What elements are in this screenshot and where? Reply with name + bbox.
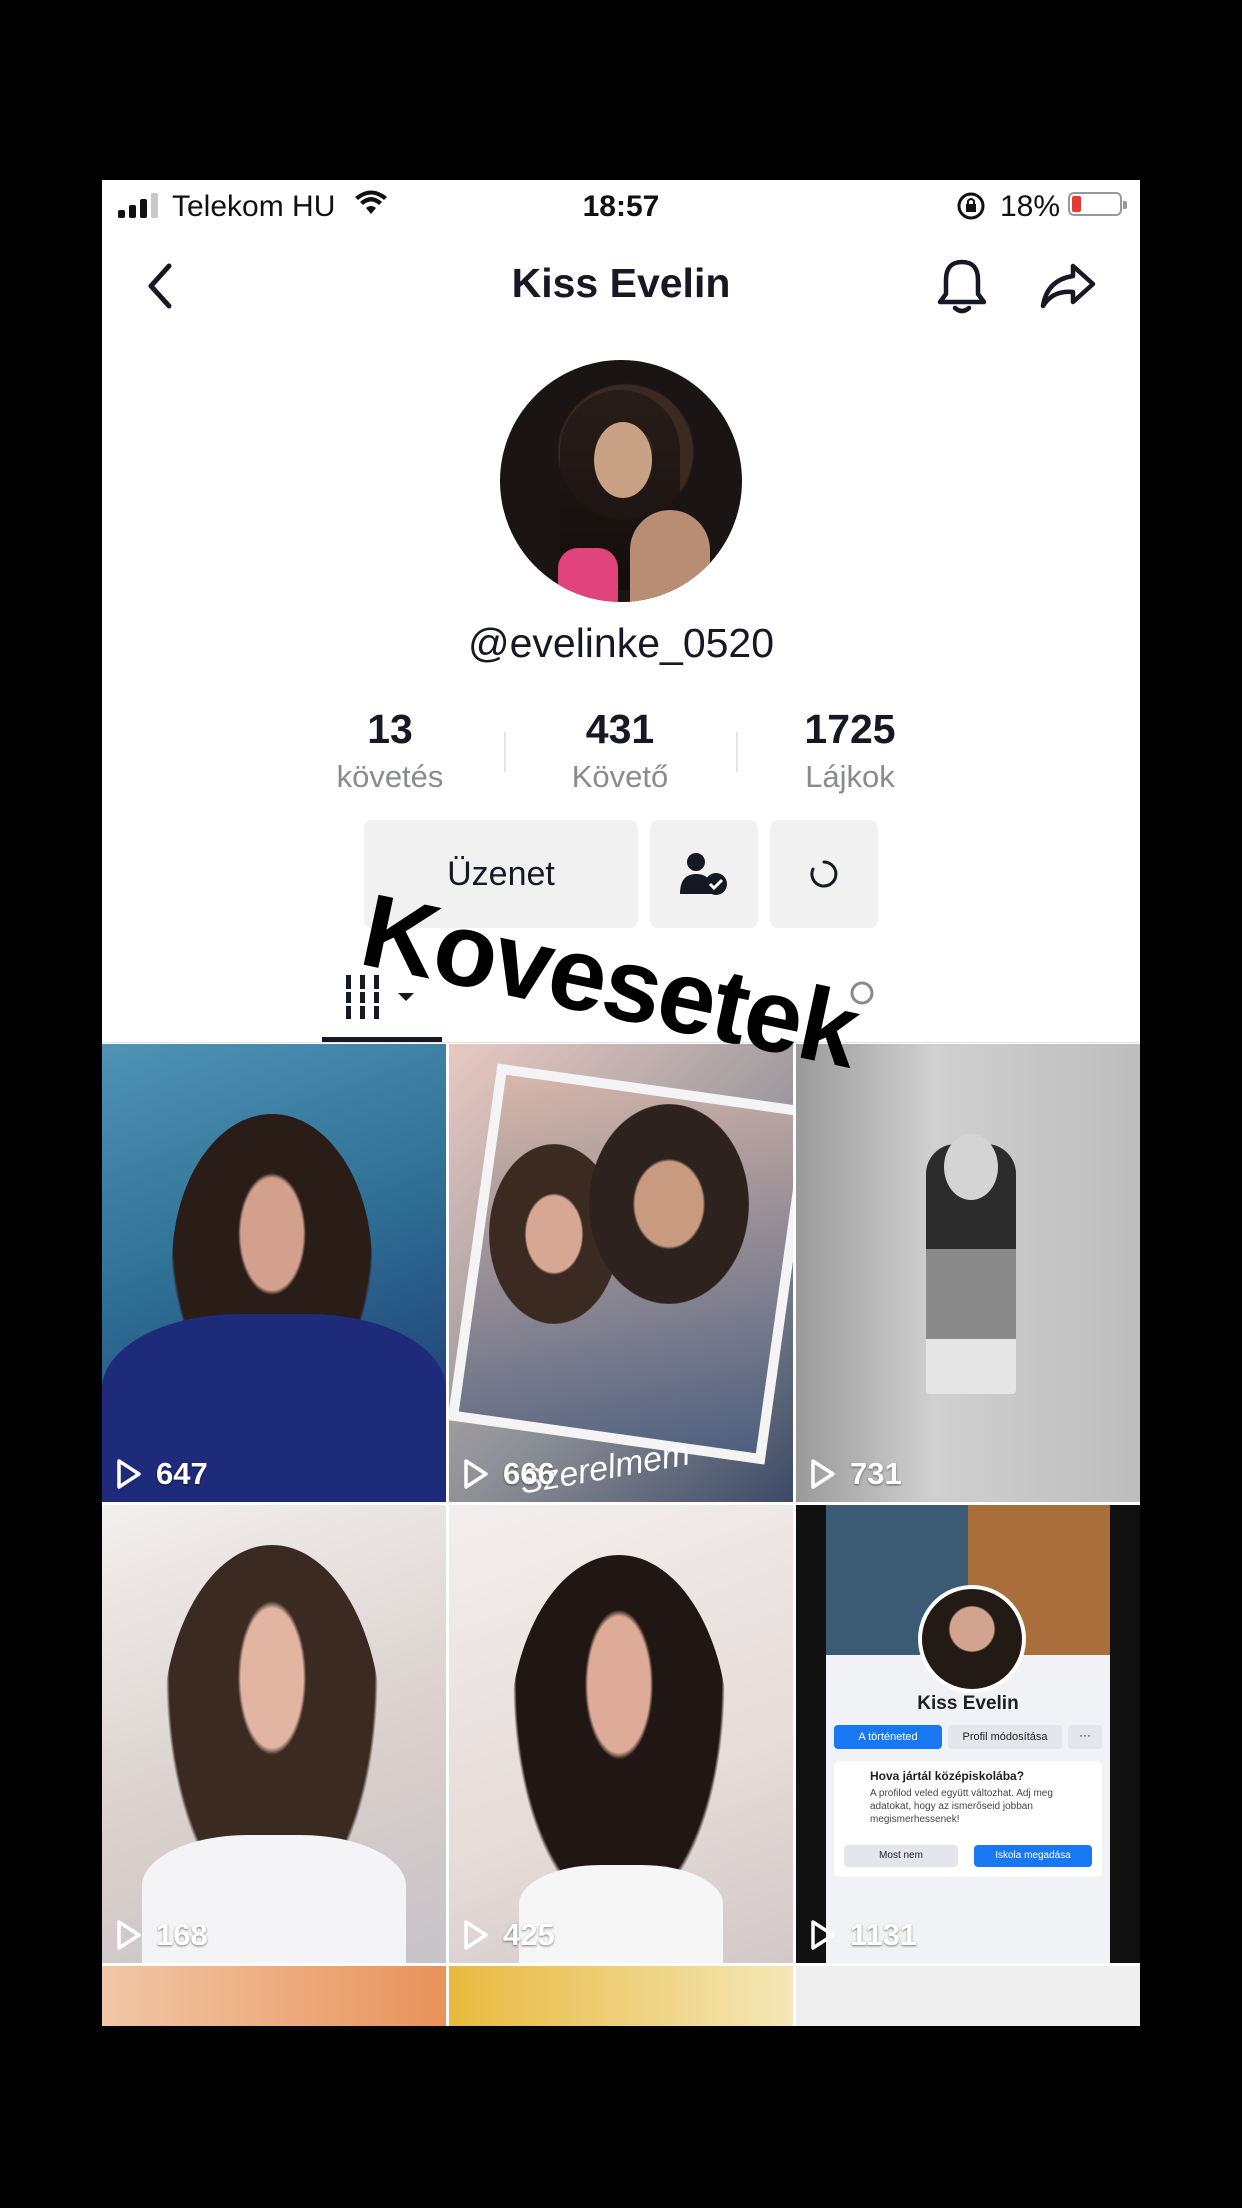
divider (736, 732, 738, 772)
view-count-value: 168 (156, 1917, 208, 1952)
avatar[interactable] (500, 360, 742, 602)
view-count: 425 (463, 1917, 555, 1953)
divider (102, 1042, 1140, 1043)
stat-followers-value: 431 (585, 706, 655, 752)
view-count: 731 (810, 1456, 902, 1492)
card-description: A profilod veled együtt változhat. Adj m… (870, 1788, 1053, 1825)
play-icon (464, 1920, 488, 1950)
message-button[interactable]: Üzenet (364, 820, 638, 928)
view-count-value: 425 (503, 1917, 555, 1952)
share-button[interactable] (1036, 254, 1100, 318)
video-thumbnail[interactable]: 168 (102, 1505, 446, 1963)
view-count: 666 (463, 1456, 555, 1492)
stat-followers[interactable]: 431 Követő (510, 706, 730, 795)
video-thumbnail[interactable] (102, 1966, 446, 2026)
status-bar: Telekom HU 18:57 18% (102, 180, 1140, 230)
card-yes-button: Iskola megadása (974, 1845, 1092, 1867)
rotation-lock-icon (956, 191, 986, 229)
card-name: Kiss Evelin (917, 1693, 1019, 1714)
view-count: 647 (116, 1456, 208, 1492)
play-icon (117, 1920, 141, 1950)
view-count-value: 647 (156, 1456, 208, 1491)
view-count-value: 1131 (850, 1917, 918, 1952)
view-count: 1131 (810, 1917, 917, 1953)
share-arrow-icon (1040, 263, 1096, 309)
tab-liked[interactable] (802, 950, 922, 1044)
stat-following-label: követés (336, 759, 444, 794)
username: @evelinke_0520 (467, 620, 775, 666)
stat-following-value: 13 (367, 706, 413, 752)
person-check-icon (680, 853, 727, 895)
play-icon (811, 1459, 835, 1489)
stat-likes[interactable]: 1725 Lájkok (740, 706, 960, 795)
stat-followers-label: Követő (571, 759, 669, 794)
grid-bars-icon (344, 975, 414, 1019)
view-count: 168 (116, 1917, 208, 1953)
stat-following[interactable]: 13 követés (280, 706, 500, 795)
battery-icon (1068, 192, 1127, 216)
stat-likes-label: Lájkok (805, 759, 895, 794)
video-thumbnail[interactable] (449, 1966, 793, 2026)
more-button[interactable] (770, 820, 878, 928)
video-thumbnail[interactable]: 647 (102, 1044, 446, 1502)
card-edit-button: Profil módosítása (948, 1725, 1062, 1749)
stat-likes-value: 1725 (804, 706, 896, 752)
play-icon (117, 1459, 141, 1489)
video-thumbnail[interactable]: 425 (449, 1505, 793, 1963)
view-count-value: 731 (850, 1456, 902, 1491)
divider (504, 732, 506, 772)
view-count-value: 666 (503, 1456, 555, 1491)
video-thumbnail[interactable]: 731 (796, 1044, 1140, 1502)
app-screen: Telekom HU 18:57 18% Kiss Evelin @evelin… (102, 180, 1140, 2026)
video-thumbnail[interactable]: Szerelmem 666 (449, 1044, 793, 1502)
video-thumbnail-placeholder (796, 1966, 1140, 2026)
liked-icon (850, 981, 874, 1005)
loading-circle-icon (810, 860, 838, 888)
card-story-button: A történeted (834, 1725, 942, 1749)
card-more-button: ··· (1068, 1725, 1102, 1749)
tab-videos[interactable] (322, 950, 442, 1044)
battery-percent: 18% (1000, 190, 1061, 223)
notification-button[interactable] (932, 254, 992, 318)
play-icon (811, 1920, 835, 1950)
bell-icon (937, 259, 987, 314)
card-question: Hova jártál középiskolába? (870, 1769, 1025, 1783)
following-status-button[interactable] (650, 820, 758, 928)
card-no-button: Most nem (844, 1845, 958, 1867)
play-icon (464, 1459, 488, 1489)
video-thumbnail[interactable]: Kiss Evelin A történeted Profil módosítá… (796, 1505, 1140, 1963)
